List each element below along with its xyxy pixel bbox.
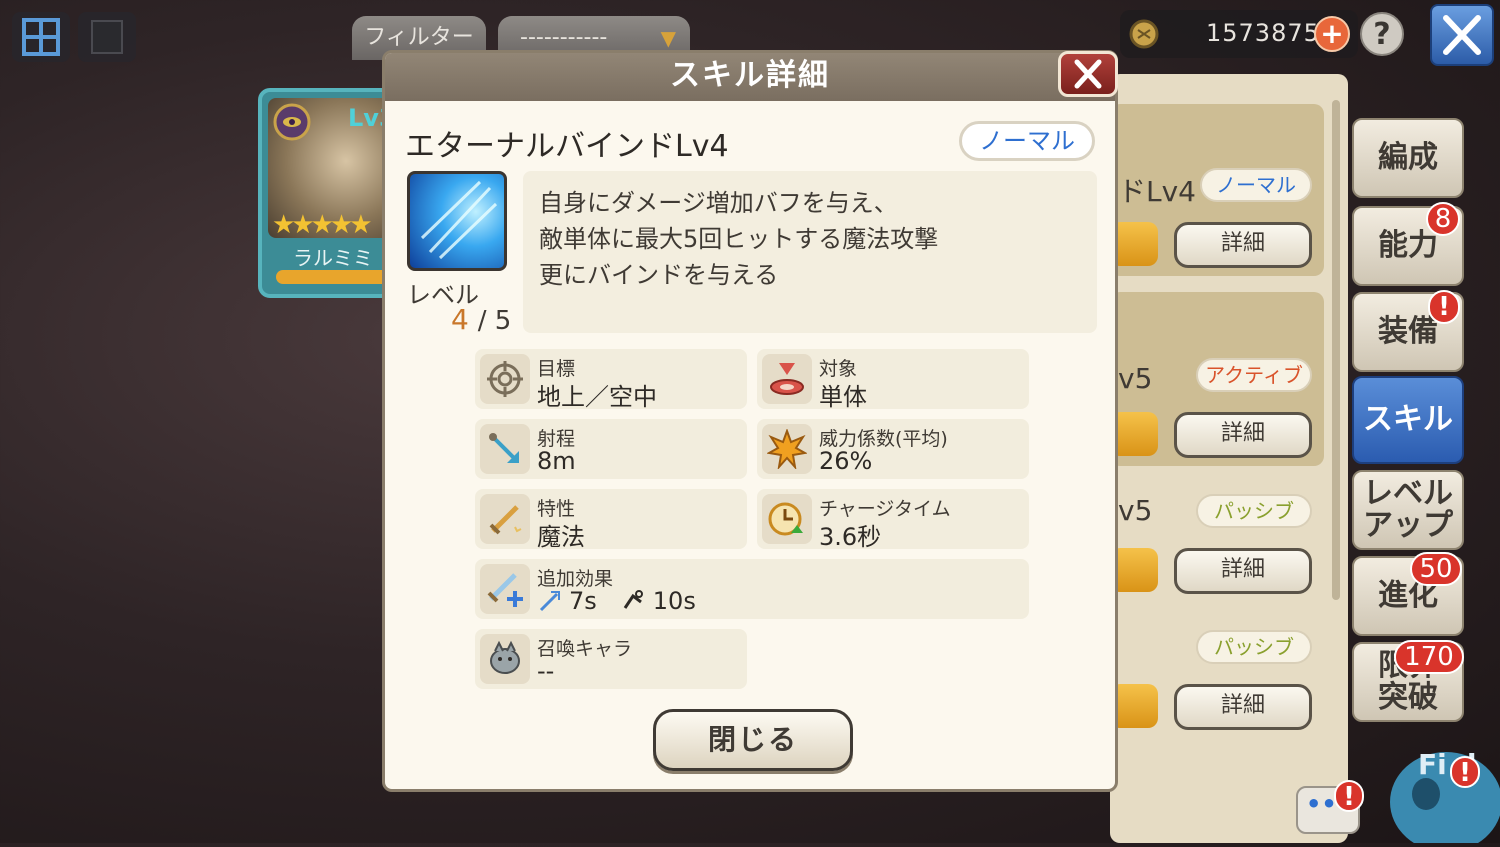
menu-formation[interactable]: 編成 [1352,118,1464,198]
dialog-title: スキル詳細 [385,53,1115,101]
skill-row-tag: アクティブ [1196,358,1312,392]
character-name: ラルミミ [293,246,373,270]
add-currency-button[interactable]: + [1314,16,1350,52]
dialog-close-text-button[interactable]: 閉じる [653,709,853,771]
grid-view-button[interactable] [12,12,70,62]
dialog-close-button[interactable] [1058,51,1118,97]
effect-duration: 7s [569,587,597,615]
stat-charge-time: チャージタイム 3.6秒 [757,489,1029,551]
skill-row-name: v5 [1118,494,1153,527]
ice-burst-icon [420,180,498,260]
skill-row-tag: パッシブ [1196,630,1312,664]
menu-level-up[interactable]: レベル アップ [1352,470,1464,550]
summon-creature-icon [480,634,530,684]
help-button[interactable]: ? [1360,12,1404,56]
crosshair-icon [480,354,530,404]
skill-row-detail-button[interactable]: 詳細 [1174,548,1312,594]
list-view-button[interactable] [78,12,136,62]
grid-icon [22,18,60,56]
skill-row-name: v5 [1118,362,1153,395]
skill-row: v5 アクティブ 詳細 [1110,292,1324,466]
sword-plus-icon [480,564,530,614]
alert-badge: ! [1428,290,1460,324]
stat-value: 26% [819,447,873,475]
skill-icon [407,171,507,271]
skill-row-name: ドLv4 [1118,175,1196,208]
clock-icon [762,494,812,544]
chat-alert-badge: ! [1334,780,1364,812]
stat-power: 威力係数(平均) 26% [757,419,1029,479]
bind-chain-icon [623,590,643,609]
skill-level-value: 4 / 5 [451,303,511,336]
element-icon [273,103,311,141]
list-scrollbar[interactable] [1332,100,1340,600]
menu-label: 編成 [1378,140,1438,175]
skill-detail-dialog: スキル詳細 エターナルバインドLv4 ノーマル レベル 4 / 5 自身にダメー… [382,50,1118,792]
range-arrow-icon [480,424,530,474]
skill-row: v5 パッシブ 詳細 [1110,480,1324,604]
find-alert-badge: ! [1450,756,1480,788]
skill-level-max: / 5 [477,306,512,336]
stat-trait: 特性 魔法 [475,489,747,551]
help-icon: ? [1373,16,1391,52]
stat-range: 射程 8m [475,419,747,479]
chat-dots-icon: •• [1306,790,1337,818]
notification-badge: 8 [1426,202,1460,236]
stat-value: 地上／空中 [537,383,657,411]
stat-value: 3.6秒 [819,523,882,551]
effect-duration: 10s [652,587,696,615]
menu-label: 能力 [1378,228,1438,263]
close-icon [1074,59,1102,89]
description-line: 更にバインドを与える [539,261,779,289]
menu-label: レベル アップ [1363,476,1453,543]
stat-value: -- [537,657,555,685]
skill-row-tag: パッシブ [1196,494,1312,528]
character-portrait: Lv3 ★★★★★ [268,98,394,240]
menu-skill[interactable]: スキル [1352,376,1464,464]
close-screen-button[interactable] [1430,4,1494,66]
skill-row-detail-button[interactable]: 詳細 [1174,684,1312,730]
coin-icon [1129,19,1159,49]
skill-type-tag: ノーマル [959,121,1095,161]
stat-value: 魔法 [537,523,585,551]
explosion-icon [762,424,812,474]
plus-icon: + [1320,17,1344,50]
skill-name: エターナルバインドLv4 [405,129,729,164]
skill-level-current: 4 [451,303,469,336]
stat-value: 単体 [819,383,867,411]
skill-row: ドLv4 ノーマル 詳細 [1110,104,1324,276]
close-icon [1443,15,1481,55]
menu-label: 装備 [1378,314,1438,349]
description-line: 敵単体に最大5回ヒットする魔法攻撃 [539,225,939,253]
description-line: 自身にダメージ増加バフを与え、 [539,189,898,217]
square-icon [91,20,123,54]
skill-description: 自身にダメージ増加バフを与え、 敵単体に最大5回ヒットする魔法攻撃 更にバインド… [523,171,1097,333]
stat-scope: 対象 単体 [757,349,1029,411]
notification-badge: 170 [1394,640,1464,674]
magic-sword-icon [480,494,530,544]
damage-buff-icon [539,591,560,612]
currency-amount: 1573875 [1206,19,1320,47]
skill-row-detail-button[interactable]: 詳細 [1174,412,1312,458]
dropdown-value: ----------- [520,25,608,50]
menu-label: スキル [1363,402,1453,437]
notification-badge: 50 [1410,552,1462,586]
stat-extra-effect: 追加効果 7s 10s [475,559,1029,619]
extra-effects: 7s 10s [537,587,696,615]
single-target-icon [762,354,812,404]
skill-row-tag: ノーマル [1200,168,1312,202]
character-card[interactable]: Lv3 ★★★★★ ラルミミ [258,88,398,298]
stat-target: 目標 地上／空中 [475,349,747,411]
skill-row-detail-button[interactable]: 詳細 [1174,222,1312,268]
character-exp-bar [276,270,394,284]
stat-summon: 召喚キャラ -- [475,629,747,689]
find-mascot-button[interactable]: Fi d [1376,732,1500,847]
stat-value: 8m [537,447,576,475]
character-stars: ★★★★★ [272,210,373,240]
skill-row: パッシブ 詳細 [1110,616,1324,740]
